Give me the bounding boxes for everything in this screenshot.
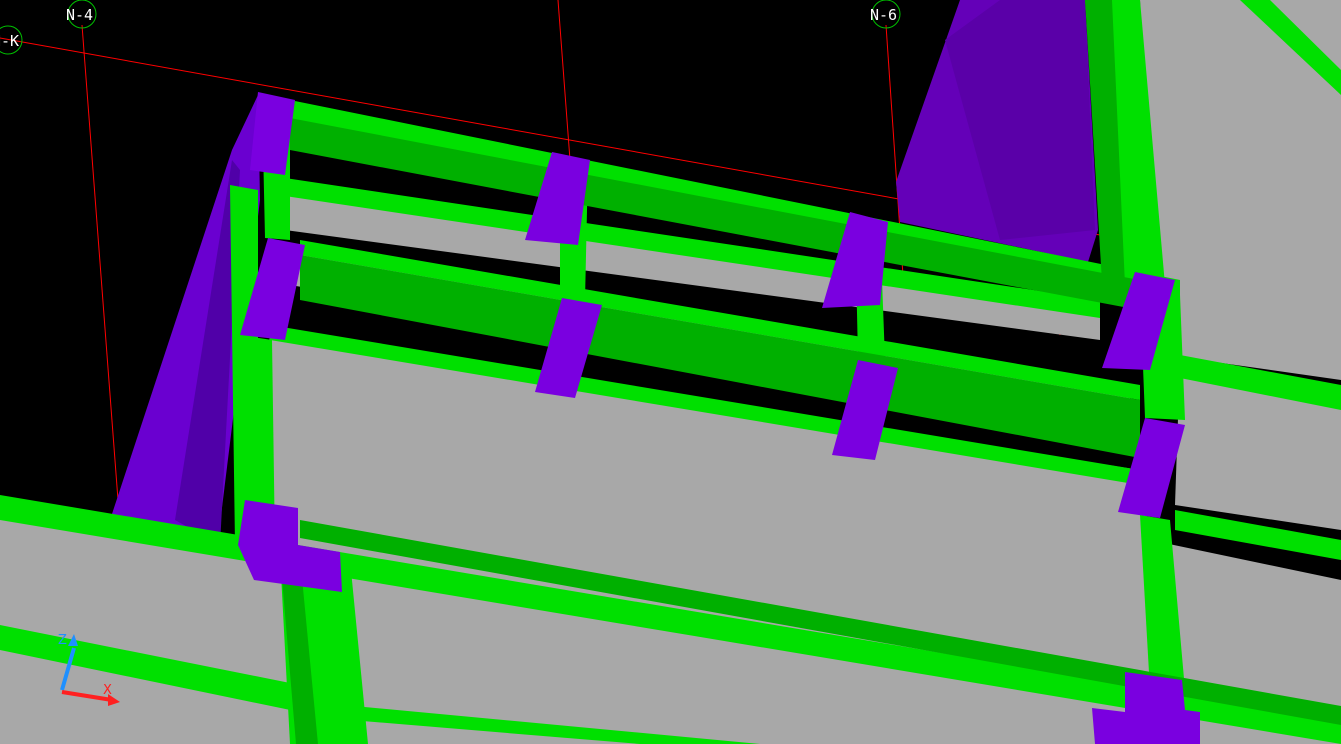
grid-label-nk: N-K [0, 32, 19, 50]
axis-x-label: X [103, 683, 112, 698]
axis-z-label: Z [58, 633, 67, 648]
grid-label-n6: N-6 [870, 6, 897, 24]
3d-model-viewport[interactable]: N-4 N-6 N-K Z X [0, 0, 1341, 744]
grid-label-n4: N-4 [66, 6, 93, 24]
